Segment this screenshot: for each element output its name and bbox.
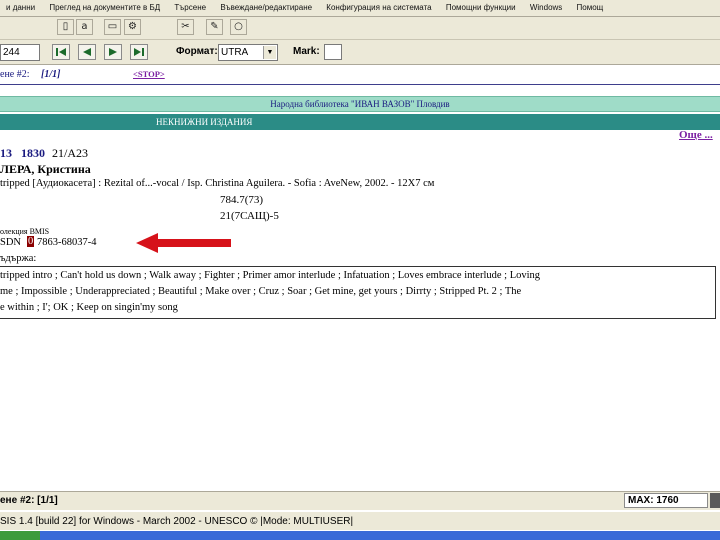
contents-line-2: me ; Impossible ; Underappreciated ; Bea… [0, 286, 522, 297]
book-icon[interactable]: ▯ [57, 19, 74, 35]
menu-item-windows[interactable]: Windows [524, 0, 568, 12]
record-header: ене #2: [1/1] <STOP> [0, 66, 720, 82]
mark-label: Mark: [293, 46, 320, 57]
app-status-bar: SIS 1.4 [build 22] for Windows - March 2… [0, 512, 720, 530]
record-id: 1830 [21, 146, 45, 160]
isbn-number: 7863-68037-4 [37, 237, 97, 248]
menu-item-edit[interactable]: Въвеждане/редактиране [214, 0, 318, 12]
classification-2: 21(7САЩ)-5 [220, 210, 279, 222]
record-prefix: ене #2: [0, 69, 30, 80]
menu-item-help[interactable]: Помощ [571, 0, 610, 12]
title-statement: tripped [Аудиокасета] : Rezital of...-vo… [0, 178, 435, 189]
navigation-toolbar: 244 Формат: UTRA ▼ Mark: [0, 40, 720, 65]
record-status-bar: ене #2: [1/1] MAX: 1760 [0, 491, 720, 510]
pencil-icon[interactable]: ✎ [206, 19, 223, 35]
author: ЛЕРА, Кристина [0, 162, 91, 176]
menu-bar: и данни Преглед на документите в БД Търс… [0, 0, 720, 17]
arrow-icon [136, 233, 231, 253]
contents-box: tripped intro ; Can't hold us down ; Wal… [0, 266, 716, 319]
menu-item-search[interactable]: Търсене [168, 0, 212, 12]
previous-icon [83, 48, 91, 56]
taskbar [0, 531, 720, 540]
format-label: Формат: [176, 46, 218, 57]
classification-1: 784.7(73) [220, 194, 264, 206]
library-banner: Народна библиотека "ИВАН ВАЗОВ" Пловдив [0, 96, 720, 112]
next-icon [109, 48, 117, 56]
menu-item-browse[interactable]: Преглед на документите в БД [43, 0, 166, 12]
gear-icon[interactable]: ⚙ [124, 19, 141, 35]
call-number: 21/A23 [52, 146, 88, 160]
collection-name: НЕКНИЖНИ ИЗДАНИЯ [156, 117, 253, 127]
chevron-down-icon[interactable]: ▼ [263, 46, 276, 59]
app-info: SIS 1.4 [build 22] for Windows - March 2… [0, 516, 354, 527]
first-icon [56, 48, 66, 56]
isbn-label: SDN [0, 237, 22, 248]
last-icon [134, 48, 144, 56]
header-divider [0, 84, 720, 85]
menu-item-utilities[interactable]: Помощни функции [440, 0, 522, 12]
record-number-field[interactable]: 244 [0, 44, 40, 61]
alphabet-icon[interactable]: a [76, 19, 93, 35]
max-indicator: MAX: 1760 [624, 493, 708, 508]
isbn-highlight: 0 [27, 236, 35, 247]
contents-line-1: tripped intro ; Can't hold us down ; Wal… [0, 270, 541, 281]
menu-item-config[interactable]: Конфигурация на системата [320, 0, 437, 12]
next-record-button[interactable] [104, 44, 122, 60]
stop-link[interactable]: <STOP> [133, 69, 165, 79]
record-position: [1/1] [41, 69, 61, 80]
document-icon[interactable]: ▭ [104, 19, 121, 35]
collection-note: олекция BMIS [0, 227, 50, 236]
previous-record-button[interactable] [78, 44, 96, 60]
menu-item-data[interactable]: и данни [0, 0, 41, 12]
first-record-button[interactable] [52, 44, 70, 60]
status-record-info: ене #2: [1/1] [0, 495, 58, 506]
bulb-icon[interactable]: ○ [230, 19, 247, 35]
contents-label: ъдържа: [0, 253, 37, 264]
last-record-button[interactable] [130, 44, 148, 60]
cut-icon[interactable]: ✂ [177, 19, 194, 35]
record-id-prefix: 13 [0, 146, 12, 160]
collection-banner: НЕКНИЖНИ ИЗДАНИЯ [0, 114, 720, 130]
status-indicator [710, 493, 720, 508]
start-button[interactable] [0, 531, 40, 540]
format-select[interactable]: UTRA ▼ [218, 44, 278, 61]
mark-checkbox[interactable] [324, 44, 342, 60]
contents-line-3: e within ; I'; OK ; Keep on singin'my so… [0, 302, 178, 313]
more-link[interactable]: Още ... [679, 129, 713, 141]
main-toolbar: ▯ a ▭ ⚙ ✂ ✎ ○ [0, 17, 720, 40]
library-name: Народна библиотека "ИВАН ВАЗОВ" Пловдив [270, 99, 450, 109]
format-value: UTRA [221, 47, 249, 58]
